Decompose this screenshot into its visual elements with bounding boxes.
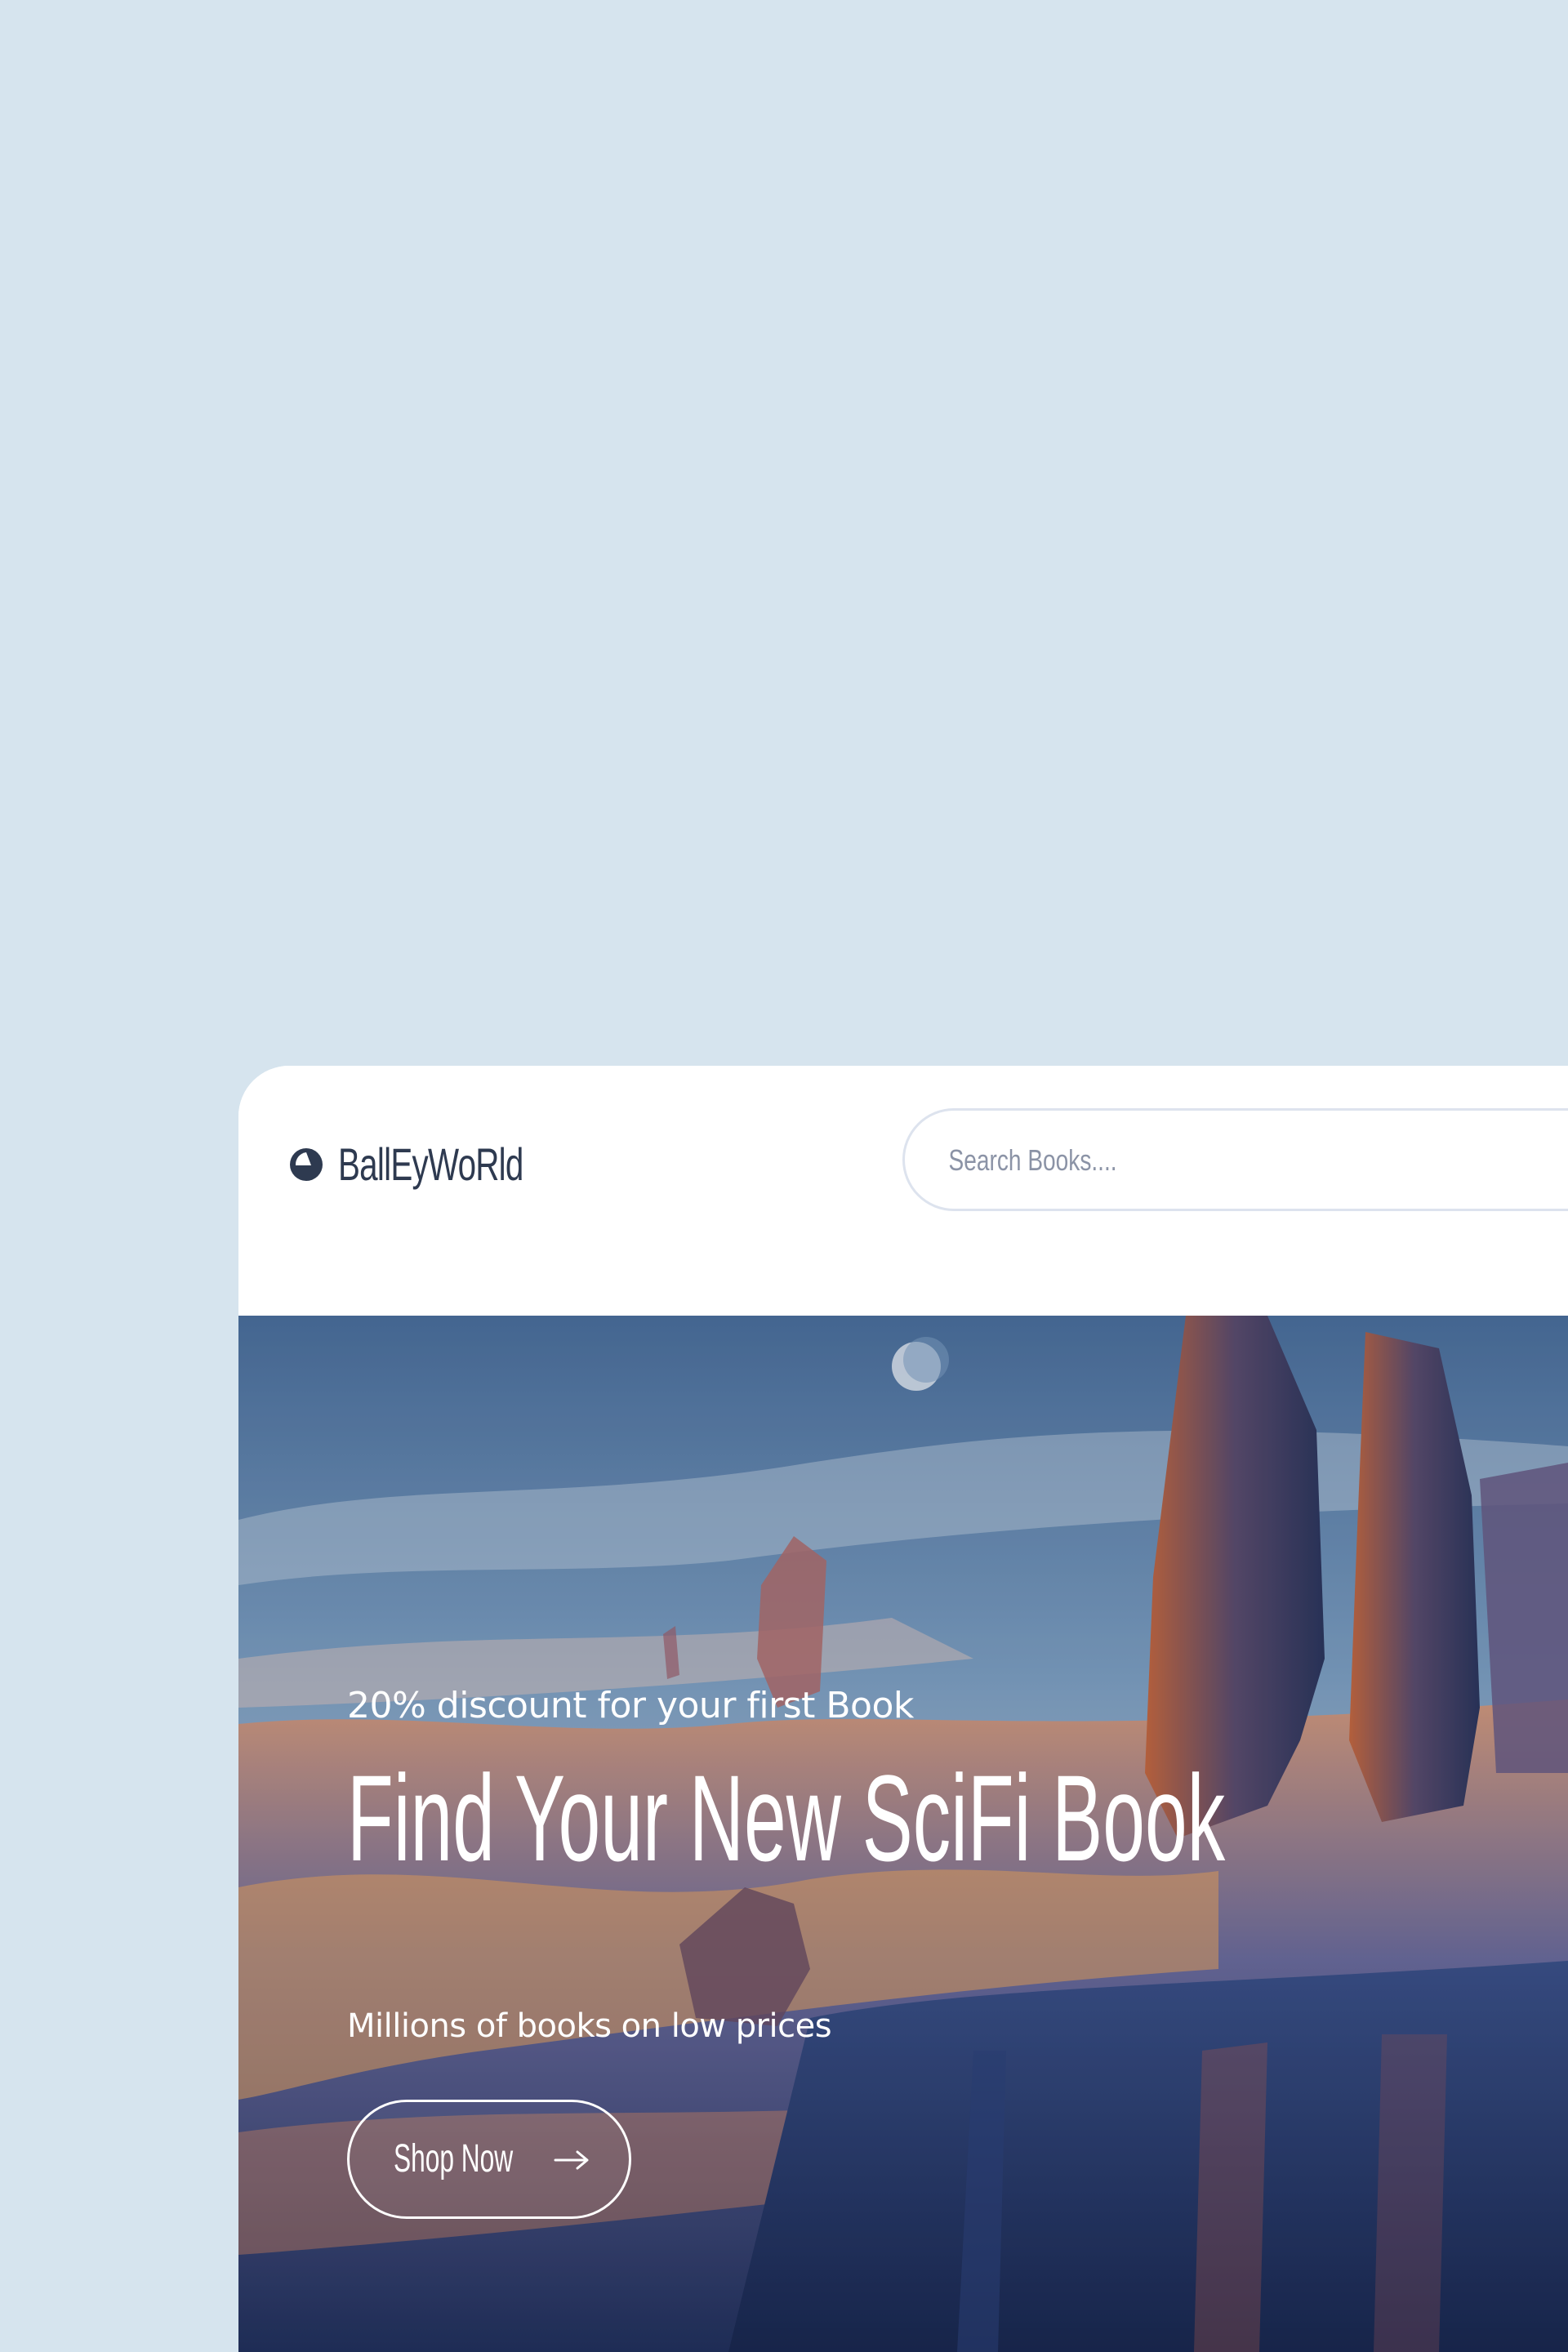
arrow-right-icon (554, 2150, 589, 2170)
hero-banner: 20% discount for your first Book Find Yo… (238, 1316, 1568, 2352)
half-moon-circle-icon (290, 1147, 323, 1181)
brand-logo-link[interactable]: BallEyWoRld (289, 1138, 595, 1191)
hero-title: Find Your New SciFi Book (347, 1749, 1226, 1886)
search-input[interactable] (947, 1111, 1472, 1210)
brand-name: BallEyWoRld (338, 1138, 523, 1190)
top-bar: BallEyWoRld (238, 1066, 1568, 1316)
search-box (902, 1108, 1568, 1211)
shop-now-button[interactable]: Shop Now (347, 2100, 631, 2219)
hero-subtitle: Millions of books on low prices (347, 2007, 832, 2045)
shop-now-label: Shop Now (394, 2137, 514, 2180)
app-window: BallEyWoRld Search Books.... 20% discoun… (238, 1066, 1568, 2352)
promo-text: 20% discount for your first Book (347, 1685, 914, 1726)
